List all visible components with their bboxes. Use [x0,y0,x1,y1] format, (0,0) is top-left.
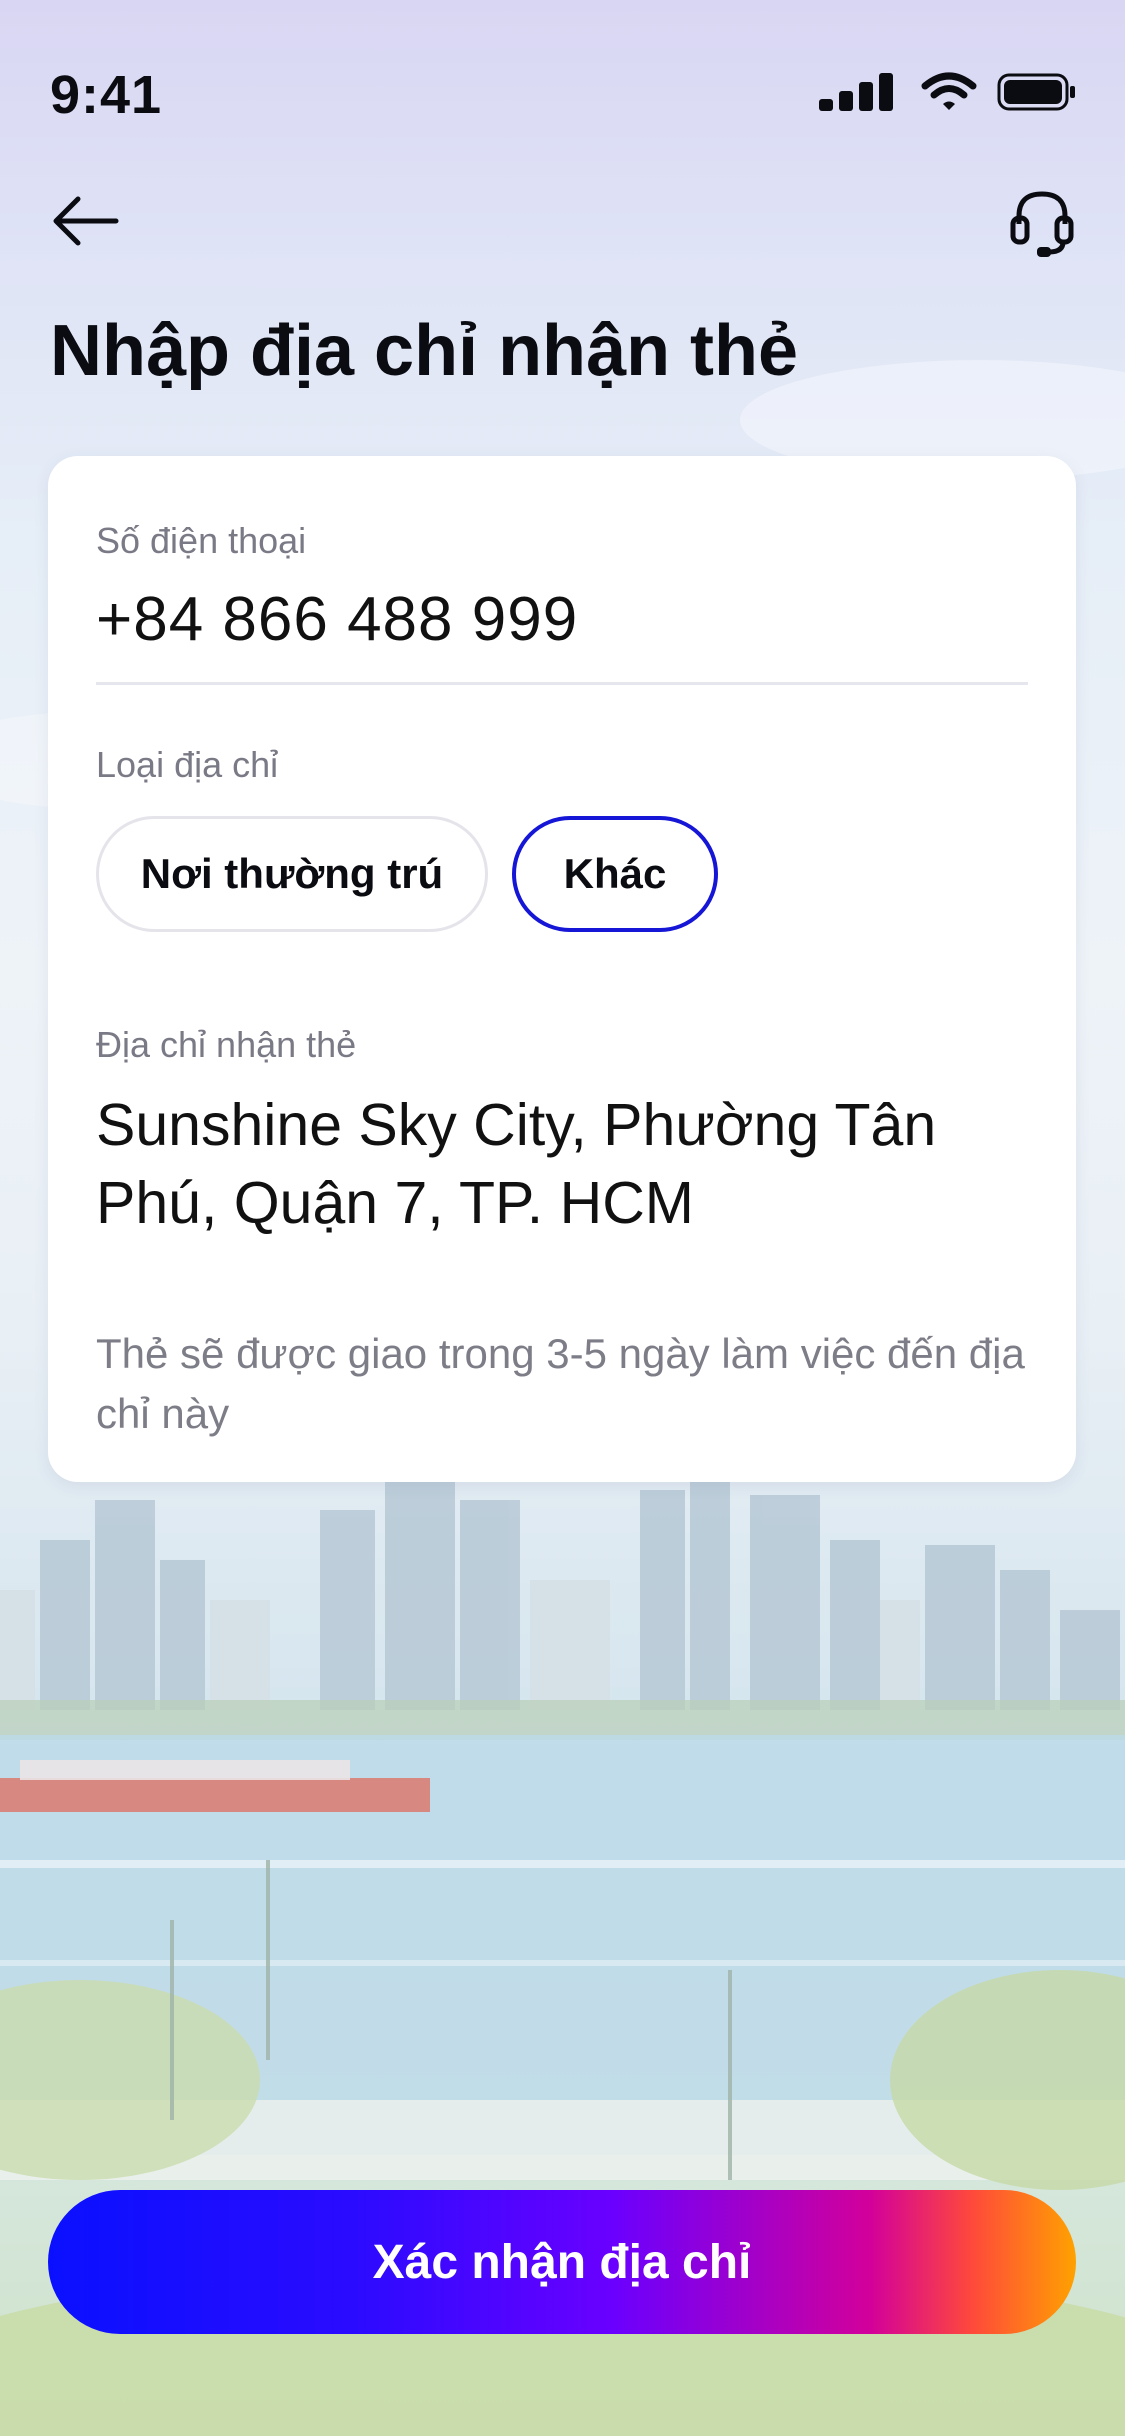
status-bar: 9:41 [0,0,1125,190]
wifi-icon [921,72,977,110]
address-type-label: Loại địa chỉ [96,744,279,785]
status-time: 9:41 [50,65,163,125]
phone-label: Số điện thoại [96,520,307,561]
arrow-left-icon [53,196,119,246]
battery-icon [997,73,1075,111]
phone-divider [96,682,1028,685]
address-type-other-chip[interactable]: Khác [512,816,718,932]
phone-field[interactable]: +84 866 488 999 [96,584,578,655]
support-button[interactable] [1009,188,1075,258]
delivery-address-label: Địa chỉ nhận thẻ [96,1024,357,1065]
screen: 9:41 Nhập địa chỉ nhận thẻ Số điện thoại… [0,0,1125,2436]
page-title: Nhập địa chỉ nhận thẻ [50,311,799,391]
confirm-address-button[interactable]: Xác nhận địa chỉ [48,2190,1076,2334]
back-button[interactable] [50,190,120,252]
address-type-permanent-chip[interactable]: Nơi thường trú [96,816,488,932]
status-icons [819,72,1077,112]
signal-icon [819,73,893,111]
delivery-address-field[interactable]: Sunshine Sky City, Phường Tân Phú, Quận … [96,1086,1036,1242]
delivery-note: Thẻ sẽ được giao trong 3-5 ngày làm việc… [96,1330,1025,1437]
address-form-card: Số điện thoại +84 866 488 999 Loại địa c… [48,456,1076,1482]
headset-icon [1010,191,1074,257]
